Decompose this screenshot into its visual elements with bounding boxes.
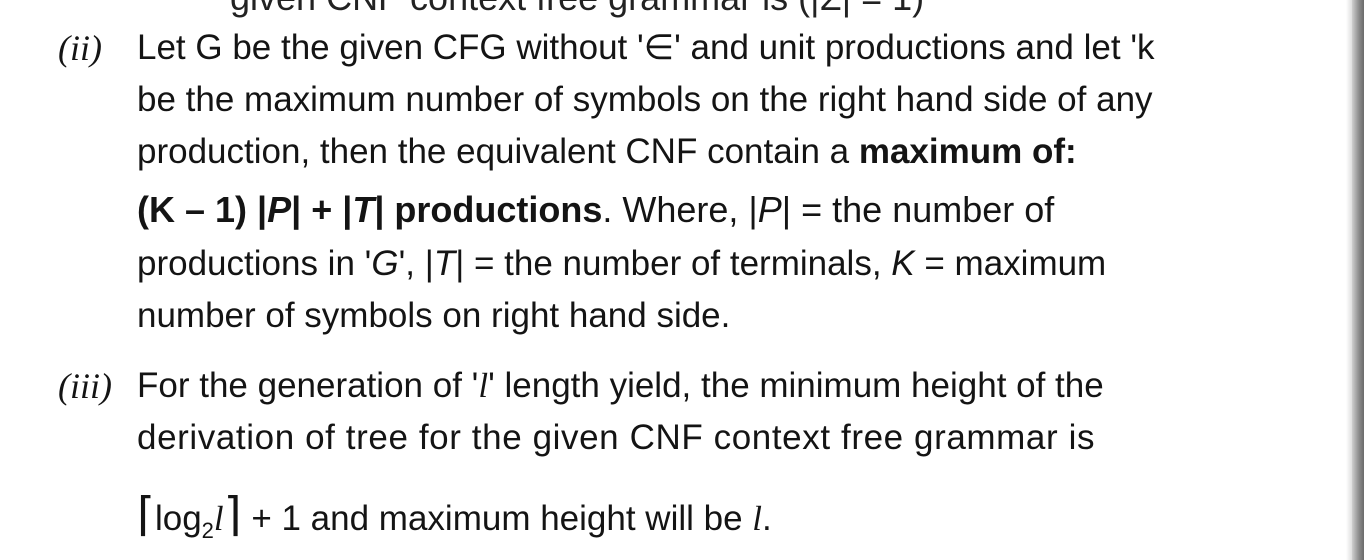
- line-5-var-t: T: [433, 244, 456, 283]
- log-var-l: l: [213, 499, 224, 538]
- textbook-page: given CNF context free grammar is (|Σ| =…: [0, 0, 1364, 560]
- log-text: log: [154, 499, 202, 538]
- item-iii-line-2: derivation of tree for the given CNF con…: [137, 418, 1096, 457]
- formula-rest-2: | = the number of: [781, 189, 1055, 230]
- iii-line-3-t2: .: [762, 499, 772, 538]
- item-ii-line-1: Let G be the given CFG without '∈' and u…: [137, 28, 1155, 67]
- line-5-t4: = maximum: [914, 244, 1107, 283]
- formula-var-p: P: [267, 189, 292, 230]
- item-ii-line-3-bold: maximum of:: [858, 132, 1077, 171]
- item-ii-line-6: number of symbols on right hand side.: [137, 296, 731, 335]
- item-ii-line-2: be the maximum number of symbols on the …: [137, 80, 1153, 119]
- line-5-t1: productions in ': [137, 244, 372, 283]
- iii-line-3-t1: + 1 and maximum height will be: [241, 499, 753, 538]
- item-ii-line-5: productions in 'G', |T| = the number of …: [137, 238, 1106, 290]
- line-5-t2: ', |: [398, 244, 434, 283]
- formula-part-2: | +: [291, 189, 343, 230]
- item-ii-line-3: production, then the equivalent CNF cont…: [137, 126, 1077, 178]
- partial-top-line: given CNF context free grammar is (|Σ| =…: [230, 0, 924, 18]
- iii-line-3-var-l: l: [752, 499, 763, 538]
- iii-line-1-t1: For the generation of ': [137, 366, 479, 405]
- ceil-close: ⌉: [223, 488, 242, 540]
- formula-rest-1: . Where, |: [602, 189, 758, 230]
- formula-var-t: T: [352, 189, 375, 230]
- page-edge: [1352, 0, 1364, 560]
- item-marker-ii: (ii): [58, 28, 102, 68]
- line-5-var-g: G: [371, 244, 399, 283]
- item-iii-line-1: For the generation of 'l' length yield, …: [137, 360, 1104, 412]
- formula-part-1: (K – 1) |: [137, 189, 268, 230]
- formula-part-3: |: [342, 189, 353, 230]
- iii-line-1-t2: ' length yield, the minimum height of th…: [488, 366, 1104, 405]
- item-iii-line-3: ⌈log2l⌉ + 1 and maximum height will be l…: [137, 488, 772, 557]
- item-marker-iii: (iii): [58, 366, 112, 406]
- line-5-var-k: K: [891, 244, 915, 283]
- formula-var-p2: P: [757, 189, 782, 230]
- item-ii-line-3-text: production, then the equivalent CNF cont…: [137, 132, 859, 171]
- formula-part-4: | productions: [374, 189, 603, 230]
- log-base: 2: [201, 518, 214, 543]
- item-ii-formula-line: (K – 1) |P| + |T| productions. Where, |P…: [137, 184, 1054, 236]
- line-5-t3: | = the number of terminals,: [455, 244, 892, 283]
- iii-line-1-var-l: l: [478, 366, 489, 405]
- ceil-open: ⌈: [137, 488, 155, 540]
